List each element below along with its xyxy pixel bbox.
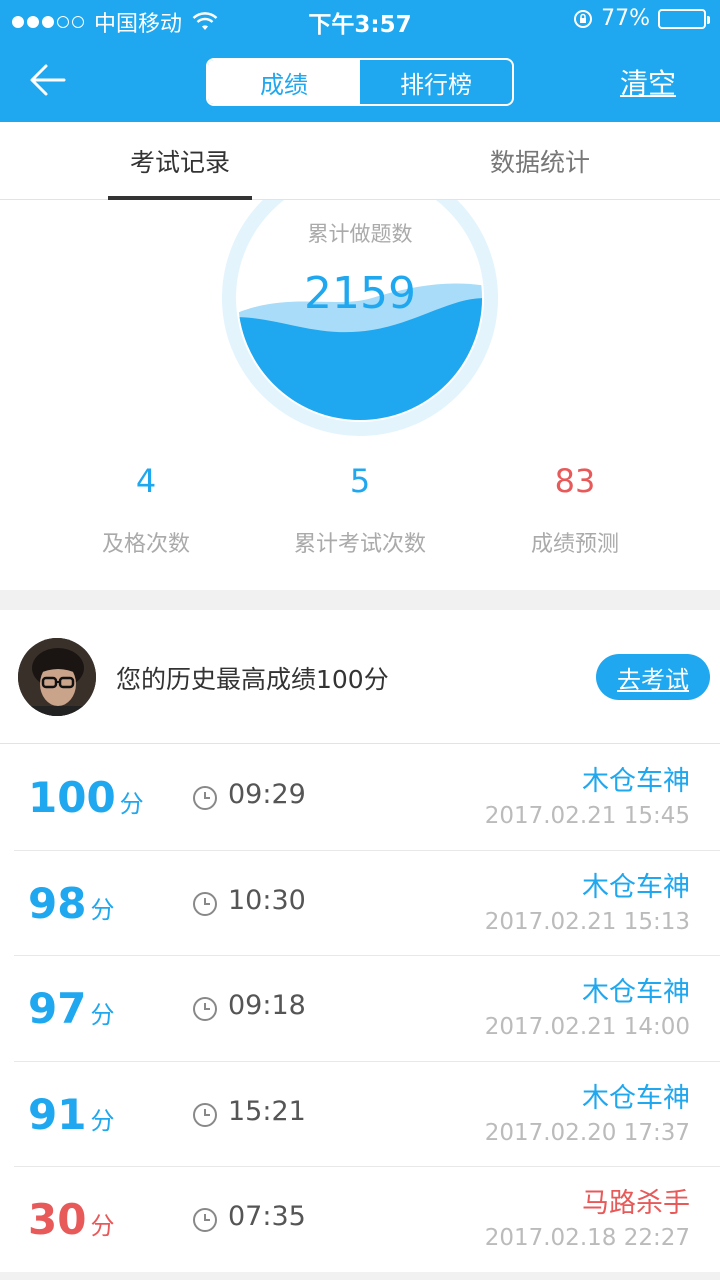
list-item[interactable]: 30 分 07:35 马路杀手 2017.02.18 22:27 [14,1167,720,1273]
stat-label: 累计考试次数 [293,532,426,557]
record-score: 30 分 [28,1195,114,1244]
record-score-value: 100 [28,773,116,822]
record-score: 97 分 [28,984,114,1033]
record-score: 91 分 [28,1090,114,1139]
take-exam-button[interactable]: 去考试 [596,654,710,700]
record-date: 2017.02.21 15:45 [484,803,690,829]
section-divider [0,590,720,610]
record-score: 98 分 [28,879,114,928]
record-duration: 09:18 [228,990,306,1021]
record-date: 2017.02.21 14:00 [484,1014,690,1040]
tab-exam-records[interactable]: 考试记录 [108,122,252,200]
status-right: 77% [573,6,710,31]
record-duration: 15:21 [228,1095,306,1127]
stat-value: 83 [554,462,596,500]
record-user-title: 木仓车神 [582,766,690,797]
record-score: 100 分 [28,773,144,822]
list-item[interactable]: 100 分 09:29 木仓车神 2017.02.21 15:45 [14,745,720,851]
segmented-control: 成绩 排行榜 [206,58,514,106]
stat-exam-count: 5 累计考试次数 [240,462,480,558]
record-duration: 09:29 [228,779,306,810]
clock-icon [193,1102,217,1127]
record-score-unit: 分 [90,1106,115,1135]
rotation-lock-icon [574,9,593,28]
record-date: 2017.02.18 22:27 [484,1225,690,1251]
record-score-value: 30 [28,1195,87,1244]
record-score-unit: 分 [119,790,144,818]
stat-label: 成绩预测 [530,532,619,557]
record-date: 2017.02.20 17:37 [484,1119,690,1146]
record-user-title: 木仓车神 [582,1082,690,1114]
record-duration: 10:30 [228,884,306,916]
stat-label: 及格次数 [101,532,190,557]
record-score-value: 91 [28,1089,87,1139]
record-score-unit: 分 [90,895,115,924]
segment-leaderboard[interactable]: 排行榜 [360,60,512,104]
clock-icon [193,786,217,810]
total-questions-label: 累计做题数 [307,222,413,246]
record-score-value: 98 [28,878,87,928]
clock-icon [193,891,217,916]
clock-icon [193,1208,217,1232]
best-score-text: 您的历史最高成绩100分 [116,665,389,694]
record-duration: 07:35 [228,1201,306,1232]
record-score-value: 97 [28,984,87,1033]
list-item[interactable]: 91 分 15:21 木仓车神 2017.02.20 17:37 [14,1062,720,1167]
record-user-title: 木仓车神 [582,871,690,903]
list-item[interactable]: 97 分 09:18 木仓车神 2017.02.21 14:00 [14,956,720,1062]
top-bar: 中国移动 下午3:57 77% 成绩 排行榜 清空 [0,0,720,122]
back-arrow-icon[interactable] [26,58,70,102]
record-user-title: 木仓车神 [582,977,690,1008]
bottom-divider [0,1272,720,1280]
record-score-unit: 分 [90,1212,115,1240]
clock-icon [193,997,217,1021]
status-bar: 中国移动 下午3:57 77% [0,0,720,40]
avatar[interactable] [18,638,96,716]
stats-row: 4 及格次数 5 累计考试次数 83 成绩预测 [0,462,720,572]
battery-percent: 77% [601,6,650,31]
clear-button[interactable]: 清空 [620,62,676,102]
exam-record-list: 100 分 09:29 木仓车神 2017.02.21 15:45 98 分 10:30 木仓车… [0,745,720,1273]
stat-value: 4 [135,462,157,500]
list-item[interactable]: 98 分 10:30 木仓车神 2017.02.21 15:13 [14,851,720,956]
total-questions-value: 2159 [304,268,416,319]
stat-value: 5 [349,462,371,500]
segment-scores[interactable]: 成绩 [208,60,360,104]
record-score-unit: 分 [90,1001,115,1029]
tab-bar: 考试记录 数据统计 [0,122,720,200]
user-avatar-icon [18,638,96,716]
record-date: 2017.02.21 15:13 [484,908,690,935]
battery-icon [658,8,710,29]
record-user-title: 马路杀手 [582,1188,690,1219]
best-score-row: 您的历史最高成绩100分 去考试 [0,610,720,744]
tab-statistics[interactable]: 数据统计 [468,122,612,200]
stat-score-prediction: 83 成绩预测 [455,462,695,558]
stat-pass-count: 4 及格次数 [26,462,266,558]
